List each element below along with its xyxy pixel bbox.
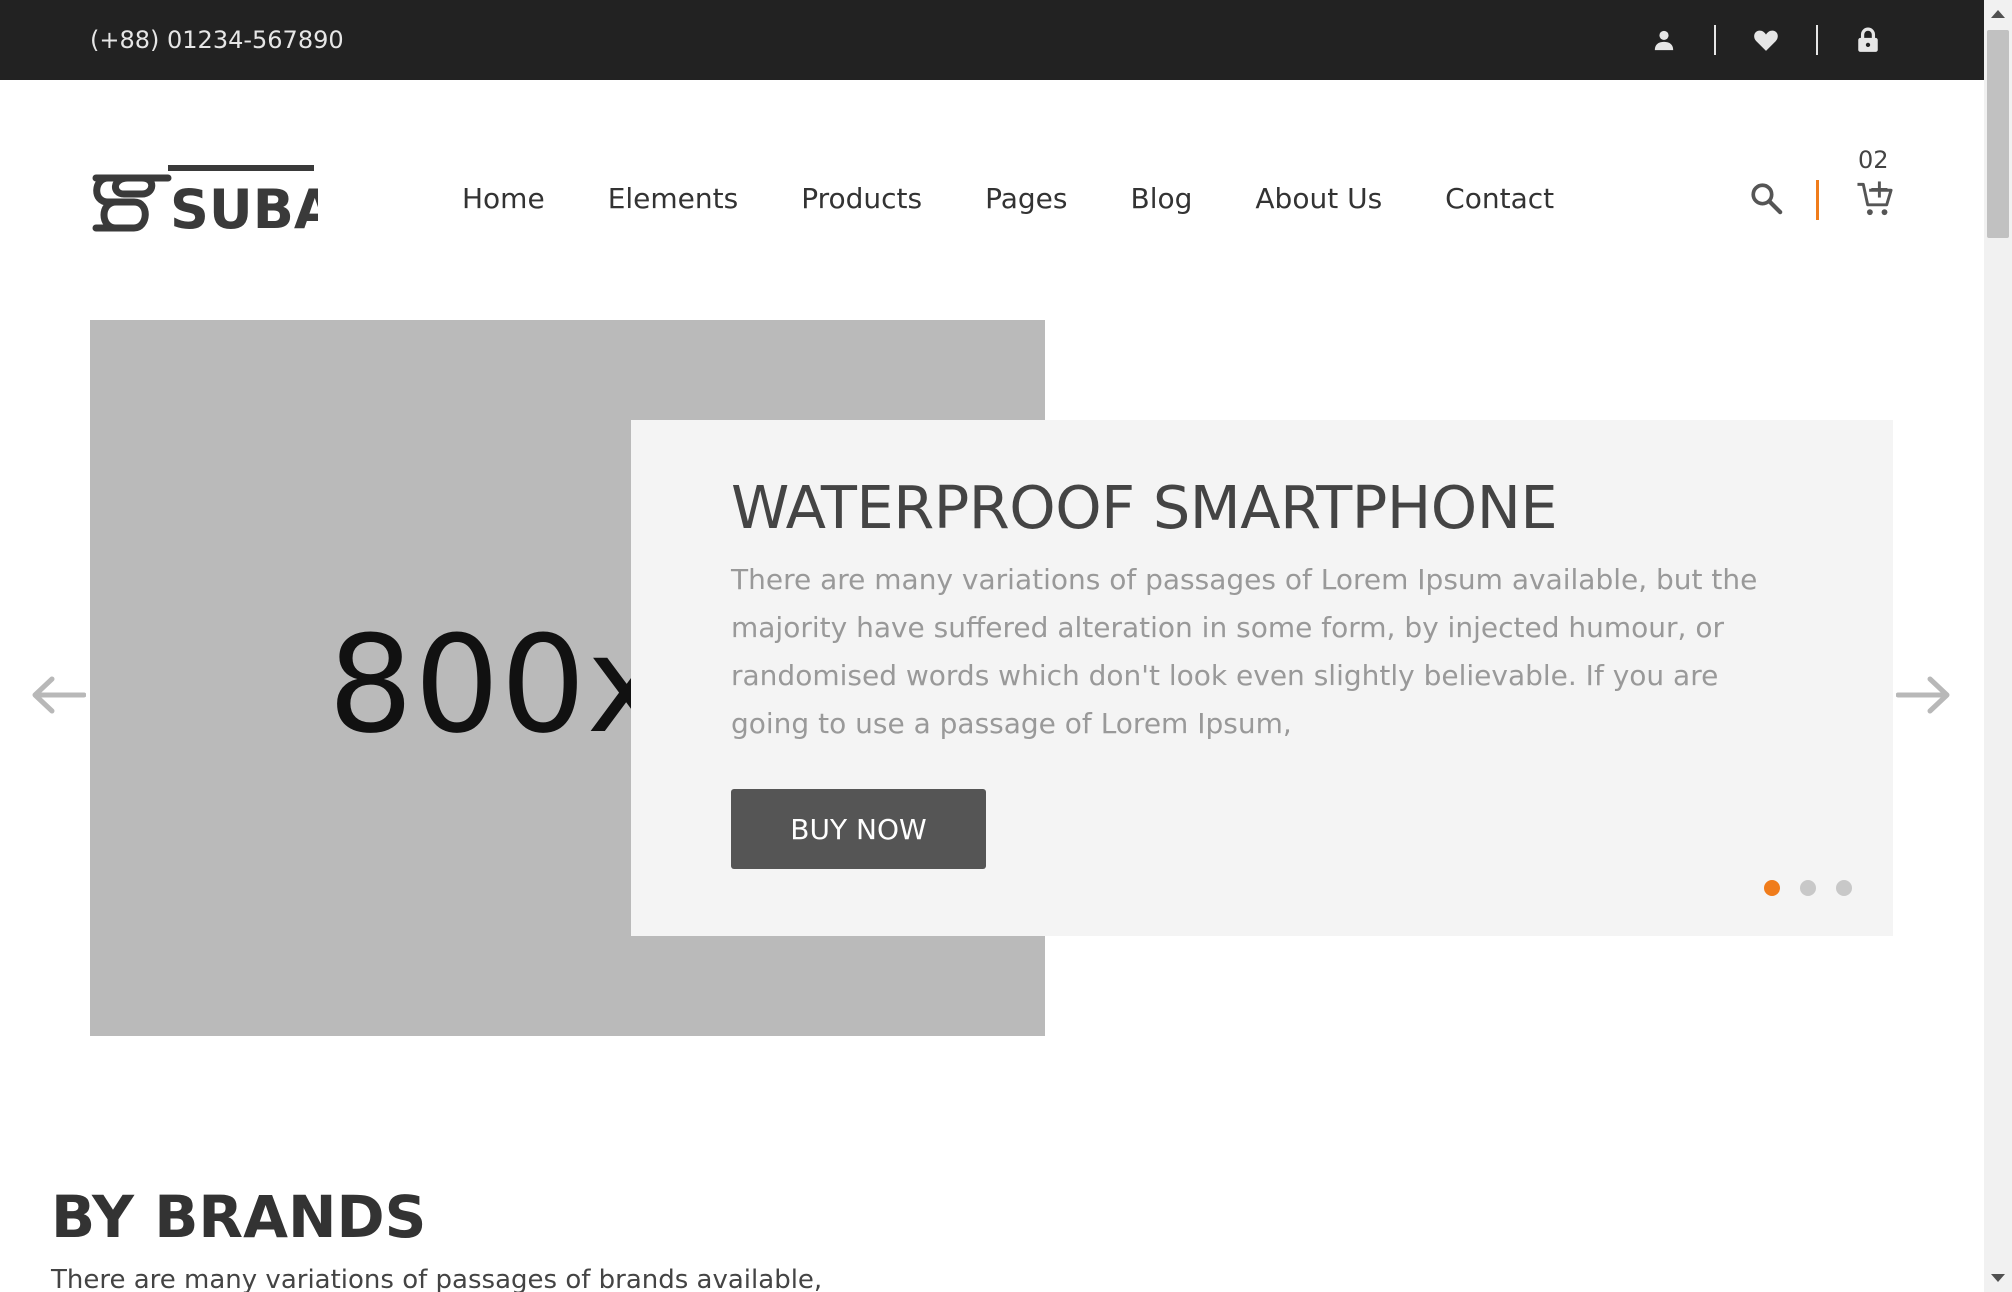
nav-products[interactable]: Products <box>801 178 922 220</box>
nav-elements[interactable]: Elements <box>608 178 739 220</box>
scrollbar-thumb[interactable] <box>1987 30 2009 238</box>
slider-dots <box>1764 880 1872 896</box>
slider-dot-2[interactable] <box>1800 880 1816 896</box>
cart-add-icon[interactable] <box>1854 178 1896 220</box>
slide-caption-card: WATERPROOF SMARTPHONE There are many var… <box>631 420 1893 936</box>
slide-description: There are many variations of passages of… <box>731 563 1758 740</box>
search-icon[interactable] <box>1746 178 1786 218</box>
heart-icon[interactable] <box>1746 20 1786 60</box>
top-icons <box>1644 20 1888 60</box>
slider-dot-1[interactable] <box>1764 880 1780 896</box>
arrow-left-icon[interactable] <box>28 670 88 720</box>
phone-number: (+88) 01234-567890 <box>90 26 344 54</box>
main-nav: Home Elements Products Pages Blog About … <box>462 178 1617 220</box>
lock-icon[interactable] <box>1848 20 1888 60</box>
header-divider <box>1816 180 1819 220</box>
brands-subtitle: There are many variations of passages of… <box>51 1265 823 1292</box>
slider-dot-3[interactable] <box>1836 880 1852 896</box>
scroll-down-icon[interactable] <box>1991 1274 2005 1282</box>
user-icon[interactable] <box>1644 20 1684 60</box>
brands-heading: BY BRANDS <box>51 1183 427 1251</box>
top-divider <box>1714 25 1716 55</box>
scroll-up-icon[interactable] <box>1991 10 2005 18</box>
buy-now-button[interactable]: BUY NOW <box>731 789 986 869</box>
top-divider <box>1816 25 1818 55</box>
nav-home[interactable]: Home <box>462 178 545 220</box>
arrow-right-icon[interactable] <box>1894 670 1954 720</box>
nav-pages[interactable]: Pages <box>985 178 1067 220</box>
logo[interactable]: SUBAS <box>90 164 375 241</box>
slide-title: WATERPROOF SMARTPHONE <box>731 473 1558 542</box>
nav-contact[interactable]: Contact <box>1445 178 1554 220</box>
page-scrollbar[interactable] <box>1984 0 2012 1292</box>
nav-blog[interactable]: Blog <box>1130 178 1192 220</box>
top-bar: (+88) 01234-567890 <box>0 0 1984 80</box>
nav-about-us[interactable]: About Us <box>1255 178 1382 220</box>
cart-count-badge: 02 <box>1858 146 1889 174</box>
logo-text: SUBAS <box>170 178 318 238</box>
page: (+88) 01234-567890 SUBAS Home Elements P… <box>0 0 1984 1292</box>
